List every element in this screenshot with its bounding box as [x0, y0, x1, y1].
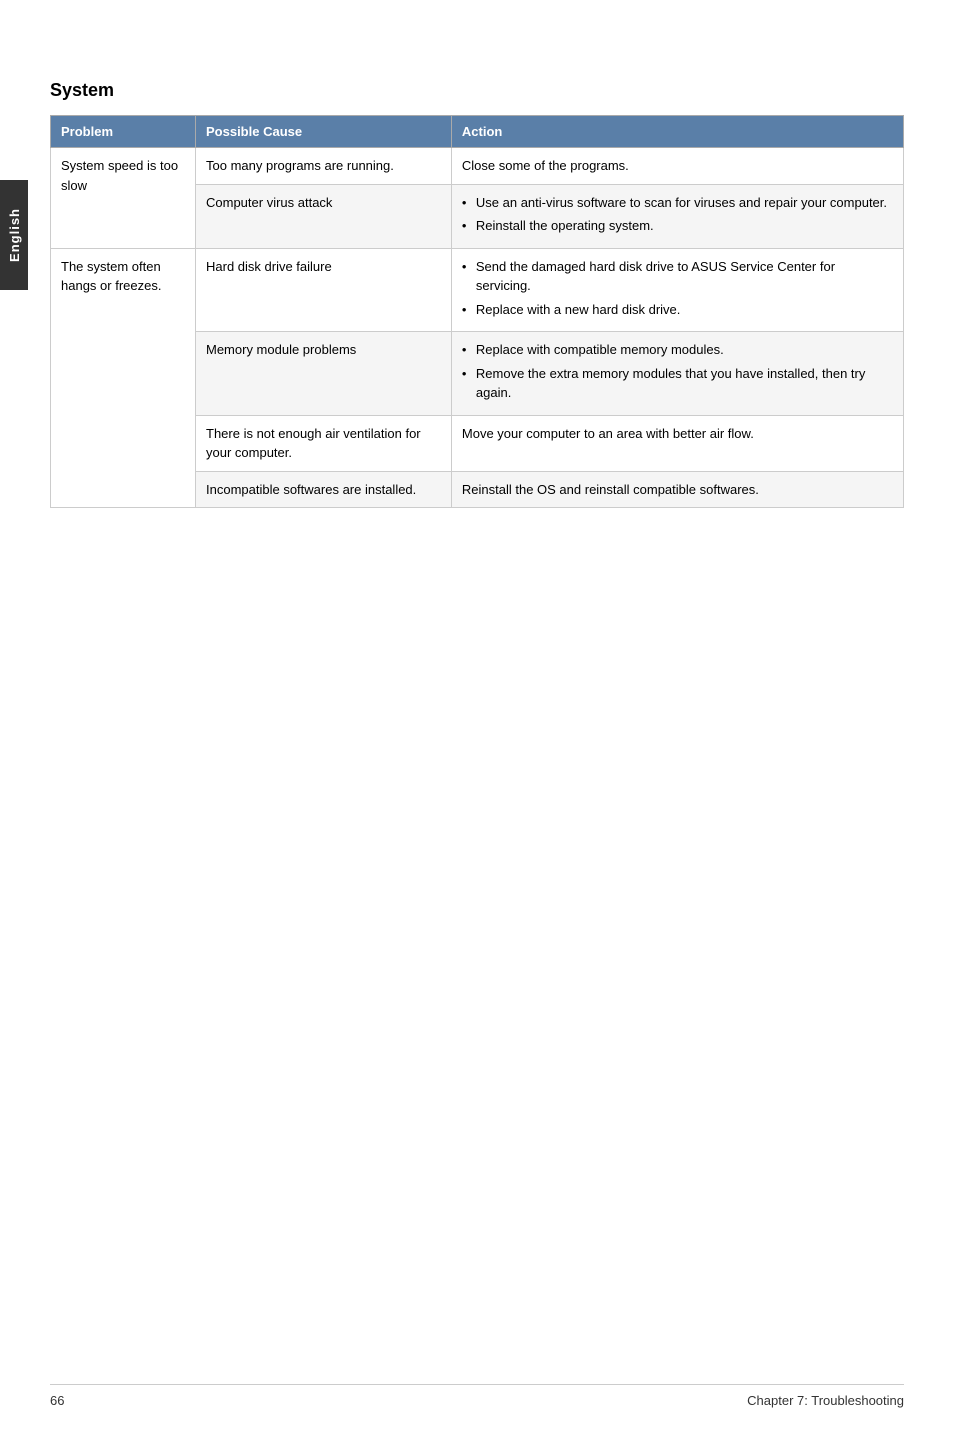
cell-cause: There is not enough air ventilation for … [196, 415, 452, 471]
list-item: Replace with a new hard disk drive. [462, 300, 893, 320]
cell-cause: Computer virus attack [196, 184, 452, 248]
table-row: System speed is too slowToo many program… [51, 148, 904, 185]
action-bullet-list: Send the damaged hard disk drive to ASUS… [462, 257, 893, 320]
trouble-table: Problem Possible Cause Action System spe… [50, 115, 904, 508]
cell-action: Replace with compatible memory modules. R… [451, 332, 903, 416]
table-row: The system often hangs or freezes.Hard d… [51, 248, 904, 332]
list-item: Reinstall the operating system. [462, 216, 893, 236]
side-tab: English [0, 180, 28, 290]
list-item: Use an anti-virus software to scan for v… [462, 193, 893, 213]
cell-cause: Hard disk drive failure [196, 248, 452, 332]
cell-cause: Too many programs are running. [196, 148, 452, 185]
cell-action: Send the damaged hard disk drive to ASUS… [451, 248, 903, 332]
action-bullet-list: Replace with compatible memory modules. R… [462, 340, 893, 403]
main-content: System Problem Possible Cause Action Sys… [50, 0, 904, 508]
action-bullet-list: Use an anti-virus software to scan for v… [462, 193, 893, 236]
table-header-row: Problem Possible Cause Action [51, 116, 904, 148]
cell-problem: System speed is too slow [51, 148, 196, 249]
section-title: System [50, 80, 904, 101]
page-container: English System Problem Possible Cause Ac… [0, 0, 954, 1438]
cell-action: Use an anti-virus software to scan for v… [451, 184, 903, 248]
footer-chapter: Chapter 7: Troubleshooting [747, 1393, 904, 1408]
header-action: Action [451, 116, 903, 148]
list-item: Remove the extra memory modules that you… [462, 364, 893, 403]
list-item: Send the damaged hard disk drive to ASUS… [462, 257, 893, 296]
cell-action: Close some of the programs. [451, 148, 903, 185]
cell-problem: The system often hangs or freezes. [51, 248, 196, 508]
cell-action: Move your computer to an area with bette… [451, 415, 903, 471]
header-cause: Possible Cause [196, 116, 452, 148]
side-tab-label: English [7, 208, 22, 262]
cell-cause: Incompatible softwares are installed. [196, 471, 452, 508]
cell-action: Reinstall the OS and reinstall compatibl… [451, 471, 903, 508]
page-footer: 66 Chapter 7: Troubleshooting [50, 1384, 904, 1408]
header-problem: Problem [51, 116, 196, 148]
footer-page-number: 66 [50, 1393, 64, 1408]
list-item: Replace with compatible memory modules. [462, 340, 893, 360]
cell-cause: Memory module problems [196, 332, 452, 416]
